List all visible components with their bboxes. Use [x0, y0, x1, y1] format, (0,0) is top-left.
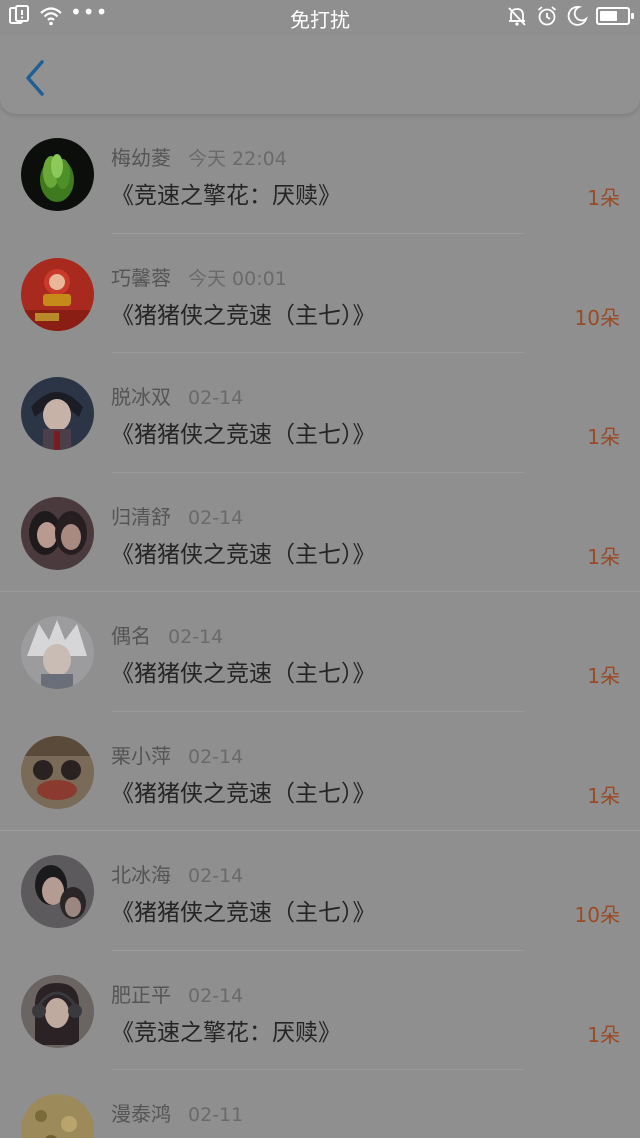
sent-time: 今天 00:01 — [188, 267, 287, 290]
status-bar: ••• 免打扰 — [0, 0, 640, 34]
flower-count: 10朵 — [574, 305, 620, 330]
book-title: 《猪猪侠之竞速（主七）》 — [111, 422, 376, 448]
battery-icon — [596, 7, 634, 25]
item-meta: 归清舒 02-14 — [111, 501, 243, 530]
battery-level — [600, 11, 617, 21]
sender-name: 偶名 — [111, 624, 151, 648]
book-title: 《猪猪侠之竞速（主七）》 — [111, 780, 376, 807]
flower-count: 1朵 — [587, 186, 620, 210]
book-title: 《猪猪侠之竞速（主七）》 — [111, 302, 376, 329]
avatar — [21, 735, 94, 809]
list-item[interactable]: 肥正平 02-14 《竞速之擎花：厌赎》 1朵 — [0, 951, 640, 1070]
list-item[interactable]: 梅幼菱 今天 22:04 《竞速之擎花：厌赎》 1朵 — [0, 114, 640, 234]
item-meta: 栗小萍 02-14 — [111, 740, 243, 769]
sent-time: 02-14 — [188, 387, 244, 409]
book-title: 《猪猪侠之竞速（主七）》 — [111, 661, 376, 687]
status-bar-right — [506, 5, 634, 27]
sender-name: 漫泰鸿 — [111, 1102, 171, 1126]
alarm-icon — [536, 5, 558, 27]
avatar — [21, 377, 94, 450]
flower-count: 1朵 — [587, 783, 620, 808]
sent-time: 02-14 — [168, 626, 224, 648]
sent-time: 02-14 — [188, 984, 244, 1007]
sent-time: 今天 22:04 — [188, 148, 287, 170]
sender-name: 栗小萍 — [111, 743, 171, 768]
sender-name: 巧馨蓉 — [111, 265, 171, 290]
flower-count: 1朵 — [587, 425, 620, 449]
item-meta: 偶名 02-14 — [111, 620, 223, 649]
avatar — [21, 974, 94, 1048]
bell-muted-icon — [506, 5, 528, 27]
list-item[interactable]: 巧馨蓉 今天 00:01 《猪猪侠之竞速（主七）》 10朵 — [0, 234, 640, 353]
sender-name: 梅幼菱 — [111, 146, 171, 170]
flower-count: 10朵 — [574, 903, 620, 927]
avatar — [21, 616, 94, 689]
item-meta: 北冰海 02-14 — [111, 859, 243, 888]
flower-count: 1朵 — [587, 544, 620, 569]
back-button[interactable] — [18, 56, 52, 100]
list-item[interactable]: 脱冰双 02-14 《猪猪侠之竞速（主七）》 1朵 — [0, 353, 640, 473]
avatar — [21, 1094, 94, 1138]
screen: ••• 免打扰 梅幼菱 今天 22:04 《竞速之擎花：厌赎》 1朵 巧馨蓉 今… — [0, 0, 640, 1138]
gift-record-list: 梅幼菱 今天 22:04 《竞速之擎花：厌赎》 1朵 巧馨蓉 今天 00:01 … — [0, 114, 640, 1138]
list-item[interactable]: 北冰海 02-14 《猪猪侠之竞速（主七）》 10朵 — [0, 831, 640, 951]
book-title: 《猪猪侠之竞速（主七）》 — [111, 541, 376, 568]
sender-name: 归清舒 — [111, 504, 171, 529]
flower-count: 1朵 — [587, 1022, 620, 1047]
sent-time: 02-14 — [188, 506, 244, 529]
book-title: 《竞速之擎花：厌赎》 — [111, 183, 341, 209]
item-meta: 肥正平 02-14 — [111, 979, 243, 1008]
item-meta: 梅幼菱 今天 22:04 — [111, 142, 287, 171]
chevron-left-icon — [26, 60, 44, 96]
avatar — [21, 138, 94, 211]
sent-time: 02-14 — [188, 865, 244, 887]
sent-time: 02-11 — [188, 1104, 244, 1126]
list-item[interactable]: 归清舒 02-14 《猪猪侠之竞速（主七）》 1朵 — [0, 473, 640, 592]
list-item[interactable]: 漫泰鸿 02-11 — [0, 1070, 640, 1138]
item-meta: 巧馨蓉 今天 00:01 — [111, 262, 287, 291]
item-meta: 漫泰鸿 02-11 — [111, 1098, 243, 1127]
list-item[interactable]: 栗小萍 02-14 《猪猪侠之竞速（主七）》 1朵 — [0, 712, 640, 831]
item-meta: 脱冰双 02-14 — [111, 381, 243, 410]
flower-count: 1朵 — [587, 664, 620, 688]
list-item[interactable]: 偶名 02-14 《猪猪侠之竞速（主七）》 1朵 — [0, 592, 640, 712]
sender-name: 脱冰双 — [111, 385, 171, 409]
moon-icon — [566, 5, 588, 27]
avatar — [21, 496, 94, 570]
sender-name: 肥正平 — [111, 982, 171, 1007]
sender-name: 北冰海 — [111, 863, 171, 887]
sent-time: 02-14 — [188, 745, 244, 768]
book-title: 《猪猪侠之竞速（主七）》 — [111, 900, 376, 926]
avatar — [21, 855, 94, 928]
nav-bar — [0, 34, 640, 114]
avatar — [21, 257, 94, 331]
book-title: 《竞速之擎花：厌赎》 — [111, 1019, 341, 1046]
